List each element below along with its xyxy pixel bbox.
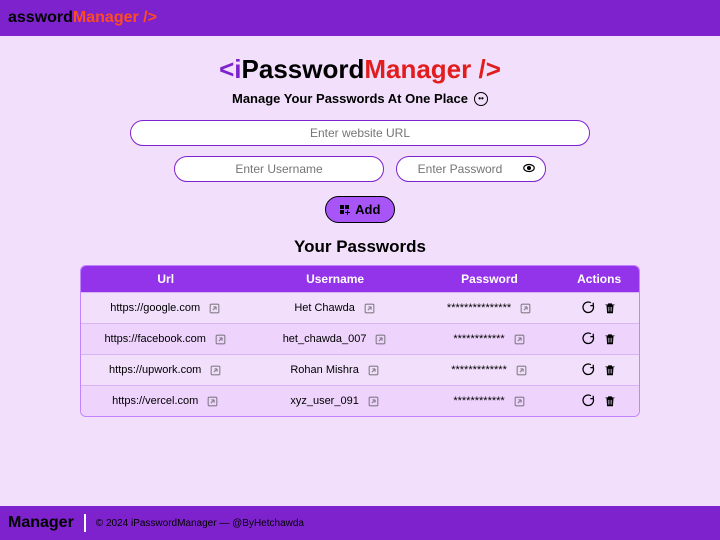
username-input[interactable] — [174, 156, 384, 182]
edit-icon[interactable] — [581, 363, 595, 377]
table-row: https://facebook.com het_chawda_007 ******… — [81, 323, 639, 354]
navbar-logo: asswordManager /> — [8, 9, 157, 27]
divider — [84, 514, 86, 532]
url-cell: https://google.com — [110, 302, 200, 314]
copy-username-icon[interactable] — [367, 364, 380, 377]
url-cell: https://facebook.com — [104, 333, 206, 345]
copy-url-icon[interactable] — [214, 333, 227, 346]
password-cell: *************** — [447, 302, 511, 314]
copyright: © 2024 iPasswordManager — @ByHetchawda — [96, 518, 304, 529]
section-title: Your Passwords — [294, 237, 426, 257]
website-url-input[interactable] — [130, 120, 590, 146]
smiley-icon: •• — [474, 92, 488, 106]
table-header: Url Username Password Actions — [81, 266, 639, 292]
delete-icon[interactable] — [603, 332, 617, 346]
edit-icon[interactable] — [581, 394, 595, 408]
top-navbar: asswordManager /> — [0, 0, 720, 36]
password-cell: ************* — [451, 364, 507, 376]
username-cell: xyz_user_091 — [290, 395, 359, 407]
copy-username-icon[interactable] — [374, 333, 387, 346]
delete-icon[interactable] — [603, 363, 617, 377]
url-cell: https://vercel.com — [112, 395, 198, 407]
password-cell: ************ — [453, 333, 504, 345]
tagline: Manage Your Passwords At One Place •• — [232, 91, 488, 106]
username-cell: het_chawda_007 — [283, 333, 367, 345]
delete-icon[interactable] — [603, 301, 617, 315]
username-cell: Het Chawda — [294, 302, 355, 314]
copy-url-icon[interactable] — [209, 364, 222, 377]
edit-icon[interactable] — [581, 332, 595, 346]
eye-icon[interactable] — [522, 161, 536, 175]
delete-icon[interactable] — [603, 394, 617, 408]
copy-password-icon[interactable] — [513, 395, 526, 408]
copy-url-icon[interactable] — [208, 302, 221, 315]
table-row: https://vercel.com xyz_user_091 **********… — [81, 385, 639, 416]
copy-username-icon[interactable] — [367, 395, 380, 408]
copy-password-icon[interactable] — [519, 302, 532, 315]
passwords-table: Url Username Password Actions https://go… — [80, 265, 640, 417]
edit-icon[interactable] — [581, 301, 595, 315]
table-row: https://upwork.com Rohan Mishra **********… — [81, 354, 639, 385]
grid-plus-icon — [340, 205, 350, 215]
copy-username-icon[interactable] — [363, 302, 376, 315]
copy-password-icon[interactable] — [513, 333, 526, 346]
username-cell: Rohan Mishra — [290, 364, 358, 376]
table-row: https://google.com Het Chawda ************… — [81, 292, 639, 323]
footer: Manager © 2024 iPasswordManager — @ByHet… — [0, 506, 720, 540]
copy-url-icon[interactable] — [206, 395, 219, 408]
add-button[interactable]: Add — [325, 196, 396, 223]
password-cell: ************ — [453, 395, 504, 407]
main-content: <iPasswordManager /> Manage Your Passwor… — [0, 36, 720, 506]
copy-password-icon[interactable] — [515, 364, 528, 377]
footer-logo: Manager — [8, 514, 74, 532]
url-cell: https://upwork.com — [109, 364, 201, 376]
app-logo: <iPasswordManager /> — [219, 54, 501, 85]
